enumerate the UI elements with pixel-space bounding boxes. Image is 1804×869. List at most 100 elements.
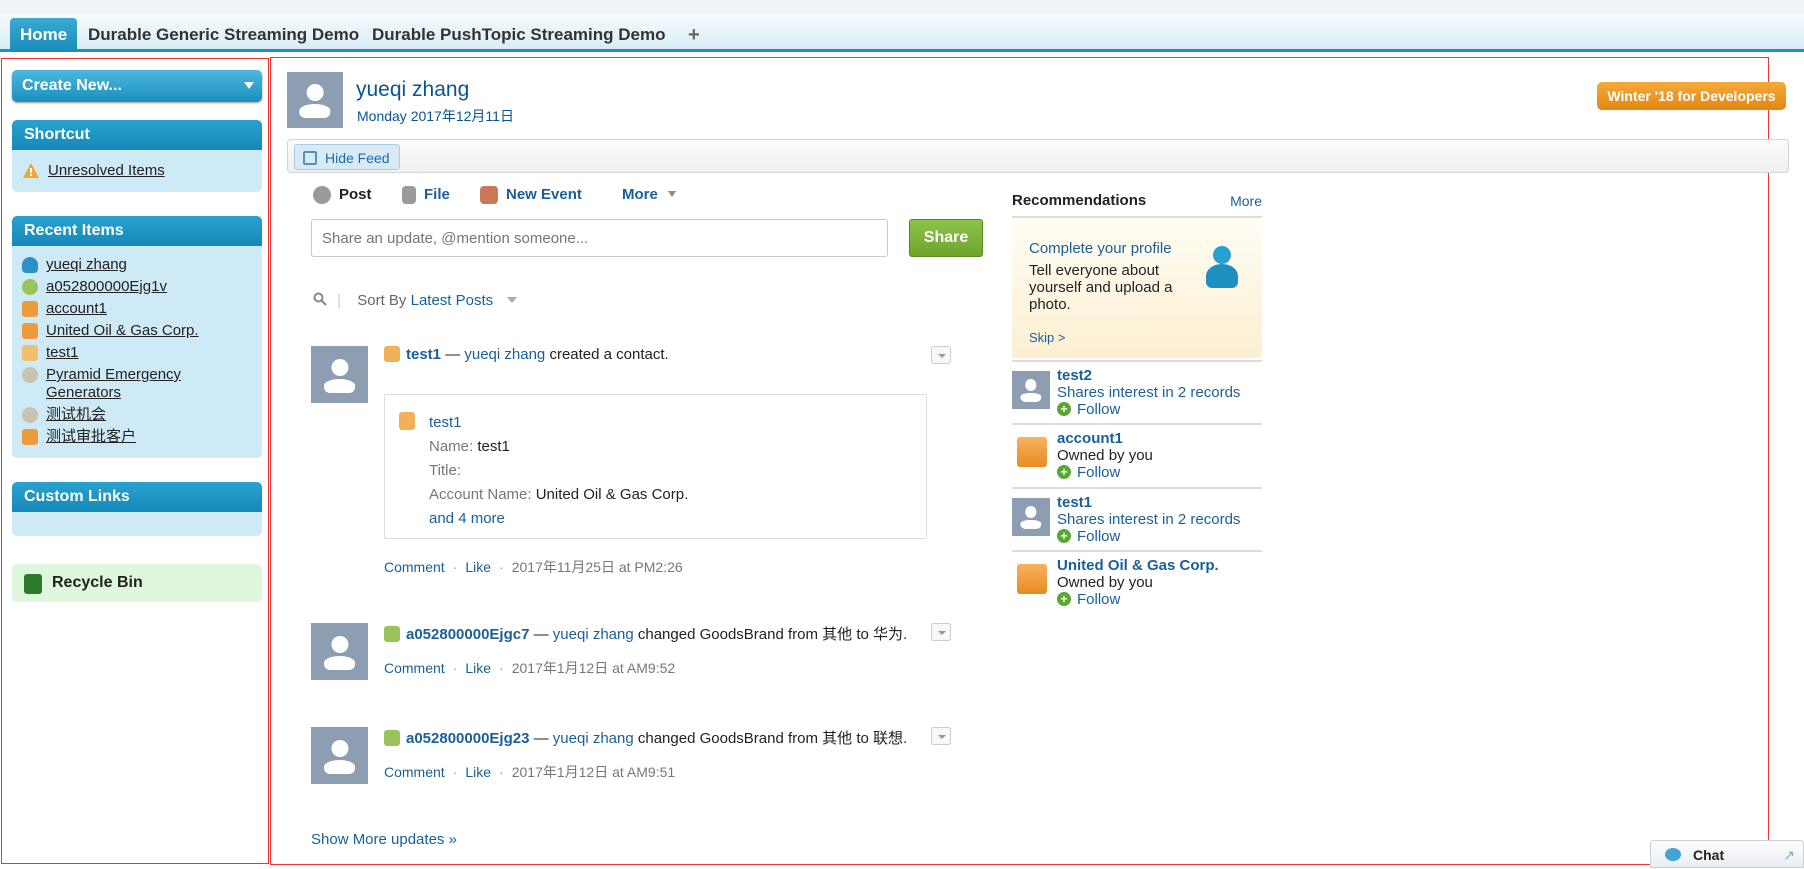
contact-icon (384, 346, 400, 362)
recommendations-title: Recommendations (1012, 192, 1147, 209)
recommendations-header: Recommendations More (1012, 192, 1262, 209)
recent-item[interactable]: a052800000Ejg1v (22, 278, 252, 296)
user-avatar[interactable] (1012, 371, 1050, 409)
chat-widget[interactable]: Chat ↗ (1650, 840, 1804, 868)
winter-18-developers-button[interactable]: Winter '18 for Developers (1597, 82, 1786, 110)
create-new-button[interactable]: Create New... (12, 70, 262, 102)
post-timestamp[interactable]: 2017年1月12日 at AM9:51 (512, 764, 675, 780)
recommendation-item: test1 Shares interest in 2 records + Foll… (1012, 487, 1262, 549)
tab-durable-generic-streaming-demo[interactable]: Durable Generic Streaming Demo (78, 18, 369, 52)
profile-date: Monday 2017年12月11日 (357, 108, 514, 124)
tab-new-event[interactable]: New Event (480, 186, 582, 205)
follow-button[interactable]: + Follow (1057, 401, 1120, 418)
feed-dash: — (441, 346, 465, 363)
recent-item[interactable]: Pyramid Emergency Generators (22, 366, 252, 402)
custom-object-icon (384, 730, 400, 746)
sort-by-select[interactable]: Latest Posts (411, 292, 494, 309)
comment-link[interactable]: Comment (384, 559, 445, 575)
recent-item-label: 测试机会 (46, 406, 107, 423)
contact-card: test1 Name: test1 Title: Account Name: U… (384, 394, 927, 539)
chevron-down-icon (244, 82, 254, 89)
recommendations-more-link[interactable]: More (1230, 193, 1262, 209)
tab-post-label: Post (339, 186, 372, 203)
recent-item[interactable]: yueqi zhang (22, 256, 252, 274)
person-icon (1202, 246, 1242, 294)
share-button[interactable]: Share (909, 219, 983, 257)
feed-item-menu-button[interactable] (931, 346, 951, 364)
post-avatar[interactable] (311, 346, 368, 403)
recent-item[interactable]: test1 (22, 344, 252, 362)
recycle-bin-icon (24, 574, 42, 594)
shortcut-unresolved-items[interactable]: Unresolved Items (22, 162, 252, 180)
comment-link[interactable]: Comment (384, 660, 445, 676)
hide-feed-button[interactable]: Hide Feed (294, 144, 400, 170)
recent-item[interactable]: 测试机会 (22, 406, 252, 424)
feed-user-link[interactable]: yueqi zhang (553, 730, 634, 747)
popout-icon[interactable]: ↗ (1783, 841, 1795, 869)
chevron-down-icon (668, 191, 677, 197)
feed-actor-link[interactable]: a052800000Ejg23 (406, 730, 529, 747)
warning-icon (22, 162, 40, 180)
contact-card-name[interactable]: test1 (429, 411, 926, 435)
comment-link[interactable]: Comment (384, 764, 445, 780)
like-link[interactable]: Like (465, 660, 491, 676)
calendar-icon (480, 186, 498, 205)
tab-new-event-label: New Event (506, 186, 582, 203)
recommendation-name[interactable]: test2 (1057, 367, 1092, 384)
shortcut-panel: Unresolved Items (12, 150, 262, 192)
recent-item[interactable]: account1 (22, 300, 252, 318)
tab-file[interactable]: File (402, 186, 450, 205)
post-timestamp[interactable]: 2017年1月12日 at AM9:52 (512, 660, 675, 676)
recent-item[interactable]: 测试审批客户 (22, 428, 252, 446)
recent-item-label: Pyramid Emergency Generators (46, 366, 182, 401)
like-link[interactable]: Like (465, 559, 491, 575)
search-icon[interactable] (313, 292, 331, 309)
follow-label: Follow (1077, 401, 1121, 418)
post-avatar[interactable] (311, 727, 368, 784)
divider: | (337, 292, 342, 309)
feed-actions: Comment · Like · 2017年1月12日 at AM9:51 (384, 764, 676, 780)
follow-button[interactable]: + Follow (1057, 528, 1120, 545)
feed-text: created a contact. (545, 346, 669, 363)
feed-user-link[interactable]: yueqi zhang (553, 626, 634, 643)
card-more-link[interactable]: and 4 more (429, 507, 926, 531)
chevron-down-icon[interactable] (507, 297, 518, 303)
app-tab-bar: Home Durable Generic Streaming Demo Dura… (0, 14, 1804, 52)
feed-user-link[interactable]: yueqi zhang (464, 346, 545, 363)
post-avatar[interactable] (311, 623, 368, 680)
follow-button[interactable]: + Follow (1057, 464, 1120, 481)
profile-name[interactable]: yueqi zhang (356, 78, 469, 102)
tab-home[interactable]: Home (10, 18, 78, 52)
browser-top-strip (0, 0, 1804, 14)
recent-items-panel: yueqi zhang a052800000Ejg1v account1 United… (12, 246, 262, 458)
user-avatar[interactable] (1012, 498, 1050, 536)
post-timestamp[interactable]: 2017年11月25日 at PM2:26 (512, 559, 683, 575)
feed-item-menu-button[interactable] (931, 623, 951, 641)
recommendation-name[interactable]: account1 (1057, 430, 1123, 447)
profile-avatar[interactable] (287, 72, 343, 128)
follow-label: Follow (1077, 464, 1121, 481)
share-update-input[interactable] (311, 219, 888, 257)
feed-actor-link[interactable]: test1 (406, 346, 441, 363)
recent-item-label: yueqi zhang (46, 256, 127, 273)
tab-durable-pushtopic-streaming-demo[interactable]: Durable PushTopic Streaming Demo (362, 18, 675, 52)
skip-link[interactable]: Skip > (1029, 330, 1066, 345)
chat-icon (1665, 848, 1681, 861)
recommendation-name[interactable]: test1 (1057, 494, 1092, 511)
add-tab-icon[interactable]: + (678, 18, 710, 52)
feed-actor-link[interactable]: a052800000Ejgc7 (406, 626, 529, 643)
recommendation-name[interactable]: United Oil & Gas Corp. (1057, 557, 1219, 574)
recycle-bin-link[interactable]: Recycle Bin (12, 564, 262, 602)
tab-more[interactable]: More (622, 186, 677, 203)
recent-item-label: a052800000Ejg1v (46, 278, 167, 295)
chat-label: Chat (1693, 847, 1725, 863)
recent-item[interactable]: United Oil & Gas Corp. (22, 322, 252, 340)
feed-item-header: test1 — yueqi zhang created a contact. (384, 346, 669, 363)
follow-button[interactable]: + Follow (1057, 591, 1120, 608)
feed-text: changed GoodsBrand from 其他 to 联想. (633, 730, 908, 747)
feed-icon (303, 151, 317, 165)
feed-item-menu-button[interactable] (931, 727, 951, 745)
tab-post[interactable]: Post (313, 186, 372, 205)
show-more-updates-link[interactable]: Show More updates » (311, 831, 457, 848)
like-link[interactable]: Like (465, 764, 491, 780)
